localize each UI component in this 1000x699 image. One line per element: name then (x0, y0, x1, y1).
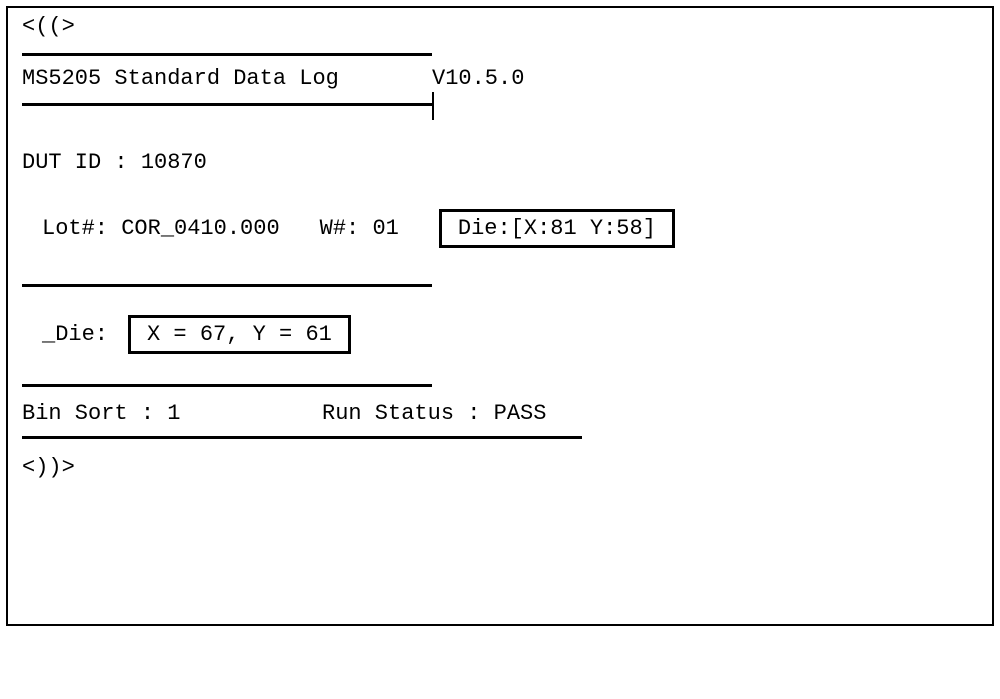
lot-row: Lot#: COR_0410.000 W#: 01 Die:[X:81 Y:58… (22, 209, 978, 248)
close-marker: <))> (22, 455, 978, 480)
bin-sort-label: Bin Sort : (22, 401, 154, 426)
dut-id-value: 10870 (141, 150, 207, 175)
header-top-rule (22, 53, 432, 56)
open-marker: <((> (22, 14, 978, 39)
header-bottom-rule (22, 103, 432, 106)
run-status-value: PASS (494, 401, 547, 426)
dut-id-label: DUT ID : (22, 150, 128, 175)
wnum-label: W#: (320, 216, 360, 241)
bin-sort-value: 1 (167, 401, 180, 426)
die-box-primary: Die:[X:81 Y:58] (439, 209, 675, 248)
log-title: MS5205 Standard Data Log (22, 66, 339, 91)
status-row: Bin Sort : 1 Run Status : PASS (22, 401, 978, 426)
die2-label: _Die: (42, 322, 108, 347)
die2-box: X = 67, Y = 61 (128, 315, 351, 354)
log-window: <((> MS5205 Standard Data Log V10.5.0 DU… (6, 6, 994, 626)
run-status-label: Run Status : (322, 401, 480, 426)
dut-id-line: DUT ID : 10870 (22, 150, 978, 175)
lot-field: Lot#: COR_0410.000 (42, 216, 280, 241)
version: V10.5.0 (432, 66, 692, 91)
wnum-field: W#: 01 (320, 216, 399, 241)
die2-row: _Die: X = 67, Y = 61 (22, 315, 978, 354)
wnum-value: 01 (372, 216, 398, 241)
lot-label: Lot#: (42, 216, 108, 241)
lot-value: COR_0410.000 (121, 216, 279, 241)
